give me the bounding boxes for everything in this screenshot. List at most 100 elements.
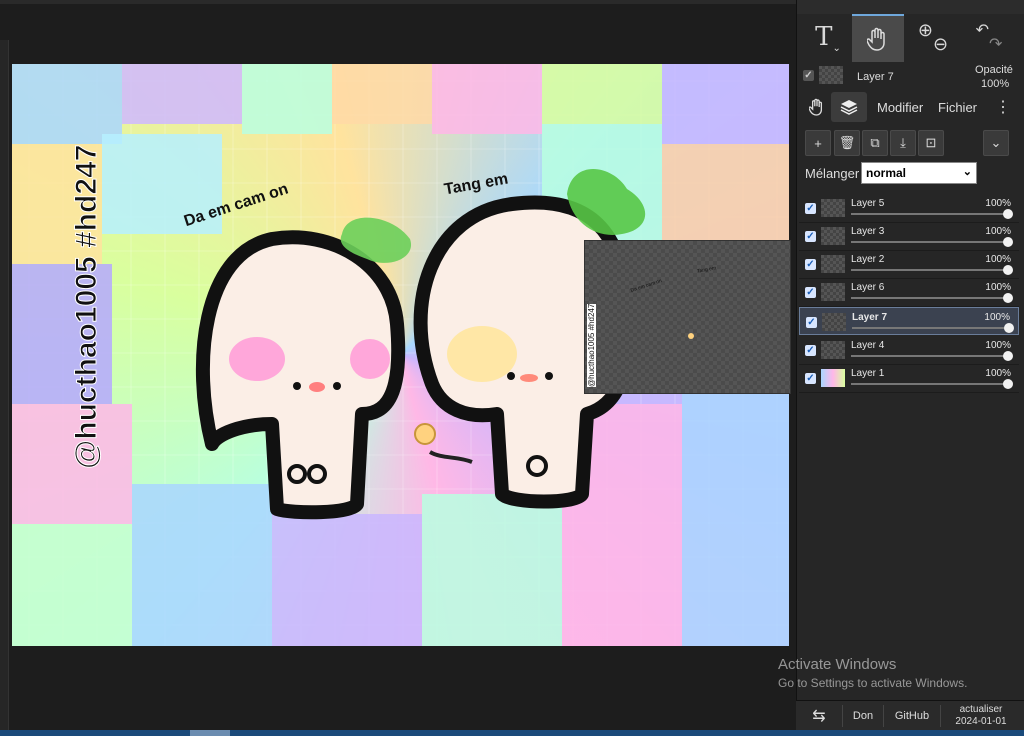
layer-name: Layer 2: [851, 254, 885, 265]
undo-icon[interactable]: ↶: [976, 20, 989, 40]
layer-opacity: 100%: [985, 340, 1011, 351]
layer-thumbnail: [821, 199, 845, 217]
layer-opacity-track[interactable]: [851, 297, 1007, 299]
layer-opacity-knob[interactable]: [1003, 379, 1013, 389]
layer-visibility-checkbox[interactable]: ✓: [805, 287, 816, 298]
layer-thumbnail: [821, 283, 845, 301]
layer-thumbnail: [821, 369, 845, 387]
swap-icon[interactable]: ⇆: [796, 701, 842, 731]
tab-fichier[interactable]: Fichier: [938, 92, 977, 122]
opacity-label: Opacité: [975, 64, 1013, 76]
layer-row[interactable]: ✓ Layer 6 100%: [799, 278, 1019, 307]
layer-opacity-track[interactable]: [851, 213, 1007, 215]
undo-redo-buttons: ↶ ↷: [963, 14, 1015, 60]
blend-mode-row: Mélanger normal ⌄: [805, 162, 1019, 186]
layer-opacity-knob[interactable]: [1003, 237, 1013, 247]
layer-row[interactable]: ✓ Layer 3 100%: [799, 222, 1019, 251]
tab-layers[interactable]: [831, 92, 867, 122]
layer-opacity-knob[interactable]: [1003, 351, 1013, 361]
delete-layer-icon[interactable]: 🗑: [834, 130, 860, 156]
layer-opacity-knob[interactable]: [1003, 209, 1013, 219]
windows-activation-notice: Activate Windows Go to Settings to activ…: [778, 656, 1018, 696]
active-layer-row: ✓ Layer 7 Opacité 100%: [803, 62, 1019, 90]
layer-opacity: 100%: [985, 282, 1011, 293]
layer-row[interactable]: ✓ Layer 1 100%: [799, 364, 1019, 393]
layer-opacity-track[interactable]: [851, 355, 1007, 357]
layer-name: Layer 1: [851, 368, 885, 379]
left-character: [195, 217, 412, 520]
update-label: actualiser: [959, 704, 1003, 715]
watermark-text: @hucthao1005 #hd247: [70, 144, 104, 469]
blend-mode-value: normal: [866, 166, 907, 180]
blend-mode-select[interactable]: normal ⌄: [861, 162, 977, 184]
layer-opacity: 100%: [985, 254, 1011, 265]
update-date: 2024-01-01: [955, 716, 1007, 727]
layer-row[interactable]: ✓ Layer 2 100%: [799, 250, 1019, 279]
layer-visibility-checkbox[interactable]: ✓: [805, 345, 816, 356]
blend-label: Mélanger: [805, 166, 860, 181]
zoom-out-icon[interactable]: ⊖: [933, 34, 948, 55]
taskbar-segment: [190, 730, 230, 736]
layer-opacity-knob[interactable]: [1004, 323, 1014, 333]
chevron-down-icon: ⌄: [832, 42, 841, 54]
chevron-down-icon[interactable]: ⌄: [983, 130, 1009, 156]
hand-icon: [809, 98, 823, 116]
text-tool-button[interactable]: T ⌄: [805, 14, 851, 60]
layer-row[interactable]: ✓ Layer 4 100%: [799, 336, 1019, 365]
zoom-in-icon[interactable]: ⊕: [918, 20, 933, 41]
duplicate-layer-icon[interactable]: ⧉: [862, 130, 888, 156]
layer-name: Layer 7: [852, 312, 888, 323]
github-button[interactable]: GitHub: [884, 701, 940, 731]
preview-left-caption: Da em cam on: [629, 278, 663, 294]
don-button[interactable]: Don: [843, 701, 883, 731]
layer-actions: + 🗑 ⧉ ⤓ ⊡ ⌄: [805, 130, 1019, 156]
layer-preview-popup: @hucthao1005 #hd247 Da em cam on Tang em: [584, 240, 791, 394]
layer-name: Layer 5: [851, 198, 885, 209]
left-scroll-edge[interactable]: [0, 40, 9, 730]
layer-opacity-knob[interactable]: [1003, 293, 1013, 303]
layer-opacity-track[interactable]: [851, 269, 1007, 271]
layer-thumbnail: [821, 255, 845, 273]
layer-visibility-checkbox[interactable]: ✓: [805, 231, 816, 242]
layer-row[interactable]: ✓ Layer 5 100%: [799, 194, 1019, 223]
layer-visibility-checkbox[interactable]: ✓: [805, 259, 816, 270]
layer-opacity-track[interactable]: [851, 241, 1007, 243]
taskbar-strip: [0, 730, 1024, 736]
layer-opacity: 100%: [985, 368, 1011, 379]
opacity-value[interactable]: 100%: [981, 78, 1009, 90]
layer-opacity-knob[interactable]: [1003, 265, 1013, 275]
layer-row-selected[interactable]: ✓ Layer 7 100%: [799, 307, 1019, 335]
layer-properties-icon[interactable]: ⊡: [918, 130, 944, 156]
panel-top-strip: [797, 0, 1024, 14]
preview-flower: [688, 333, 694, 339]
right-panel: T ⌄ ⊕ ⊖ ↶ ↷ ✓ Layer 7 Opacité 100% Modif…: [796, 0, 1024, 736]
layer-opacity: 100%: [985, 198, 1011, 209]
layer-name: Layer 6: [851, 282, 885, 293]
add-layer-icon[interactable]: +: [805, 130, 831, 156]
tab-hand[interactable]: [805, 92, 829, 122]
layer-opacity-track[interactable]: [852, 327, 1008, 329]
layer-thumbnail: [821, 227, 845, 245]
active-layer-checkbox[interactable]: ✓: [803, 70, 814, 81]
chevron-down-icon: ⌄: [962, 166, 972, 178]
workspace-top-strip: [0, 0, 796, 4]
preview-right-caption: Tang em: [696, 265, 717, 275]
layer-opacity: 100%: [985, 226, 1011, 237]
hand-tool-button[interactable]: [852, 14, 904, 62]
panel-footer: ⇆ Don GitHub actualiser 2024-01-01: [796, 700, 1024, 731]
layer-opacity: 100%: [984, 312, 1010, 323]
layer-name: Layer 3: [851, 226, 885, 237]
redo-icon[interactable]: ↷: [989, 34, 1002, 54]
layers-list: ✓ Layer 5 100% ✓ Layer 3 100% ✓ Layer 2 …: [799, 194, 1019, 394]
layer-visibility-checkbox[interactable]: ✓: [805, 203, 816, 214]
layer-opacity-track[interactable]: [851, 383, 1007, 385]
tab-modifier[interactable]: Modifier: [877, 92, 923, 122]
layer-visibility-checkbox[interactable]: ✓: [806, 317, 817, 328]
layer-visibility-checkbox[interactable]: ✓: [805, 373, 816, 384]
update-button[interactable]: actualiser 2024-01-01: [941, 701, 1021, 731]
layer-thumbnail: [821, 341, 845, 359]
more-options-icon[interactable]: ⋮: [995, 92, 1011, 122]
merge-down-icon[interactable]: ⤓: [890, 130, 916, 156]
text-tool-icon: T: [815, 22, 833, 52]
layer-name: Layer 4: [851, 340, 885, 351]
